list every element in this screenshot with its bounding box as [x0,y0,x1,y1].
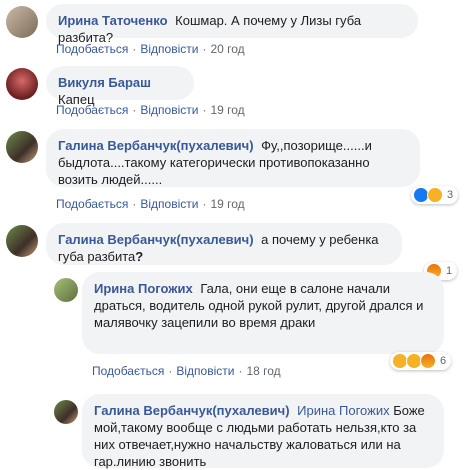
separator: · [168,364,173,378]
reply-button[interactable]: Відповісти [140,103,198,117]
comment-author[interactable]: Ирина Погожих [94,281,193,296]
separator: · [202,197,207,211]
avatar[interactable] [6,131,38,163]
reply-button[interactable]: Відповісти [176,364,234,378]
reaction-summary[interactable]: 6 [390,352,452,370]
reaction-count: 1 [446,265,453,277]
separator: · [202,42,207,56]
like-button[interactable]: Подобається [56,197,128,211]
reaction-count: 3 [447,189,454,201]
comment-time[interactable]: 19 год [210,197,244,211]
sad-icon [427,187,443,203]
comment-author[interactable]: Викуля Бараш [58,75,151,90]
angry-icon [420,353,436,369]
comment-bubble: Галина Вербанчук(пухалевич) Ирина Погожи… [82,394,444,469]
comment-bubble: Ирина Погожих Гала, они еще в салоне нач… [82,272,444,354]
avatar[interactable] [54,278,78,302]
like-button[interactable]: Подобається [92,364,164,378]
separator: · [202,103,207,117]
reaction-summary[interactable]: 3 [411,186,459,204]
question-mark: ? [135,249,144,264]
reply-button[interactable]: Відповісти [140,42,198,56]
separator: · [238,364,243,378]
avatar[interactable] [6,68,38,100]
comment-time[interactable]: 20 год [210,42,244,56]
separator: · [132,197,137,211]
comment-author[interactable]: Галина Вербанчук(пухалевич) [94,403,290,418]
comment-author[interactable]: Галина Вербанчук(пухалевич) [58,232,254,247]
comment-bubble: Ирина Таточенко Кошмар. А почему у Лизы … [46,4,418,45]
like-button[interactable]: Подобається [56,103,128,117]
comment-bubble: Викуля Бараш Капец [46,66,194,107]
comment-bubble: Галина Вербанчук(пухалевич) а почему у р… [46,223,402,265]
reply-button[interactable]: Відповісти [140,197,198,211]
separator: · [132,42,137,56]
separator: · [132,103,137,117]
mention-link[interactable]: Ирина Погожих [297,403,389,418]
avatar[interactable] [6,225,38,257]
comment-author[interactable]: Галина Вербанчук(пухалевич) [58,138,254,153]
comment-author[interactable]: Ирина Таточенко [58,13,168,28]
reaction-count: 6 [440,355,447,367]
comment-bubble: Галина Вербанчук(пухалевич) Фу,,позорище… [46,129,420,187]
like-button[interactable]: Подобається [56,42,128,56]
comment-time[interactable]: 19 год [210,103,244,117]
avatar[interactable] [54,400,78,424]
avatar[interactable] [6,6,38,38]
comment-time[interactable]: 18 год [246,364,280,378]
